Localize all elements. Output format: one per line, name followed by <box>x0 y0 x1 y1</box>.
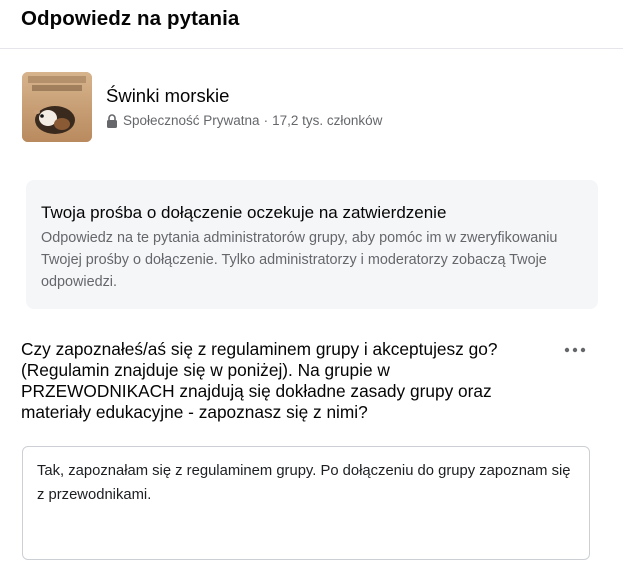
more-options-button[interactable] <box>560 339 590 361</box>
guinea-pig-image <box>22 72 92 142</box>
answer-value: Tak, zapoznałam się z regulaminem grupy.… <box>37 463 571 503</box>
pending-request-notice: Twoja prośba o dołączenie oczekuje na za… <box>26 180 598 309</box>
group-name[interactable]: Świnki morskie <box>106 85 229 107</box>
group-members-count: 17,2 tys. członków <box>272 113 383 128</box>
group-meta: Społeczność Prywatna · 17,2 tys. członkó… <box>106 113 382 128</box>
more-horizontal-icon <box>564 347 586 353</box>
lock-icon <box>107 113 117 128</box>
page-title: Odpowiedz na pytania <box>21 7 240 30</box>
group-info: Świnki morskie Społeczność Prywatna · 17… <box>22 72 582 142</box>
answer-textarea[interactable]: Tak, zapoznałam się z regulaminem grupy.… <box>22 446 590 560</box>
notice-title: Twoja prośba o dołączenie oczekuje na za… <box>41 203 447 222</box>
question-text: Czy zapoznałeś/aś się z regulaminem grup… <box>21 339 498 422</box>
notice-body: Odpowiedz na te pytania administratorów … <box>41 230 558 290</box>
group-privacy: Społeczność Prywatna <box>123 113 260 128</box>
meta-separator: · <box>263 113 269 128</box>
dialog-header: Odpowiedz na pytania <box>0 0 623 49</box>
group-thumbnail[interactable] <box>22 72 92 142</box>
